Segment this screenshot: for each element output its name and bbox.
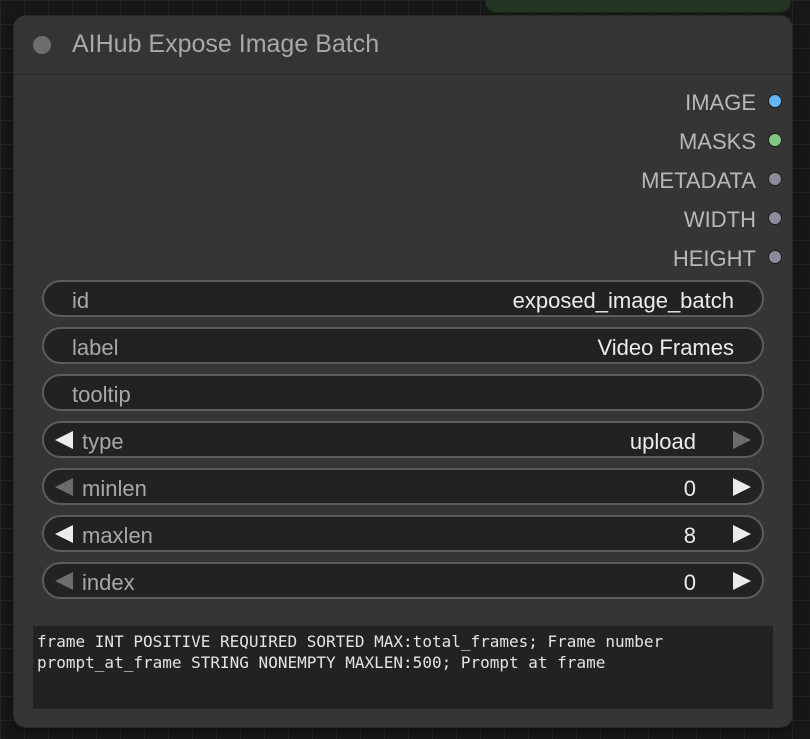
output-slot-height[interactable]: HEIGHT <box>482 242 782 281</box>
index-number-widget[interactable]: index 0 <box>42 562 764 599</box>
output-label: HEIGHT <box>672 246 756 271</box>
triangle-left-icon[interactable] <box>55 525 73 543</box>
slot-connector-icon[interactable] <box>768 94 782 108</box>
widget-value: 8 <box>683 523 696 548</box>
output-slot-metadata[interactable]: METADATA <box>482 164 782 203</box>
widget-name: id <box>72 288 90 313</box>
tooltip-text-widget[interactable]: tooltip <box>42 374 764 411</box>
output-label: WIDTH <box>683 207 756 232</box>
widget-name: tooltip <box>72 382 131 407</box>
minlen-number-widget[interactable]: minlen 0 <box>42 468 764 505</box>
triangle-left-icon[interactable] <box>55 572 73 590</box>
output-slots: IMAGE MASKS METADATA WIDTH HEIGHT <box>482 86 782 281</box>
output-label: METADATA <box>641 168 756 193</box>
adjacent-node[interactable] <box>486 0 790 12</box>
widget-value: exposed_image_batch <box>512 288 734 313</box>
triangle-right-icon[interactable] <box>733 431 751 449</box>
triangle-right-icon[interactable] <box>733 478 751 496</box>
collapse-dot-icon[interactable] <box>33 36 51 54</box>
widget-value: 0 <box>683 476 696 501</box>
maxlen-number-widget[interactable]: maxlen 8 <box>42 515 764 552</box>
widget-name: type <box>82 429 124 454</box>
id-text-widget[interactable]: id exposed_image_batch <box>42 280 764 317</box>
triangle-left-icon[interactable] <box>55 431 73 449</box>
output-slot-image[interactable]: IMAGE <box>482 86 782 125</box>
metadata-textarea[interactable]: frame INT POSITIVE REQUIRED SORTED MAX:t… <box>33 626 773 709</box>
label-text-widget[interactable]: label Video Frames <box>42 327 764 364</box>
slot-connector-icon[interactable] <box>768 250 782 264</box>
widget-name: label <box>72 335 119 360</box>
widget-name: minlen <box>82 476 147 501</box>
triangle-right-icon[interactable] <box>733 572 751 590</box>
slot-connector-icon[interactable] <box>768 133 782 147</box>
triangle-right-icon[interactable] <box>733 525 751 543</box>
output-label: IMAGE <box>685 90 756 115</box>
slot-connector-icon[interactable] <box>768 172 782 186</box>
type-combo-widget[interactable]: type upload <box>42 421 764 458</box>
widget-list: id exposed_image_batch label Video Frame… <box>42 280 764 609</box>
widget-value: upload <box>629 429 696 454</box>
widget-name: maxlen <box>82 523 153 548</box>
slot-connector-icon[interactable] <box>768 211 782 225</box>
node-header[interactable]: AIHub Expose Image Batch <box>14 16 792 75</box>
widget-value: Video Frames <box>597 335 734 360</box>
output-slot-masks[interactable]: MASKS <box>482 125 782 164</box>
widget-name: index <box>82 570 135 595</box>
output-slot-width[interactable]: WIDTH <box>482 203 782 242</box>
node-title: AIHub Expose Image Batch <box>72 30 380 58</box>
node-aihub-expose-image-batch[interactable]: AIHub Expose Image Batch IMAGE MASKS MET… <box>14 16 792 727</box>
triangle-left-icon[interactable] <box>55 478 73 496</box>
output-label: MASKS <box>678 129 756 154</box>
widget-value: 0 <box>683 570 696 595</box>
